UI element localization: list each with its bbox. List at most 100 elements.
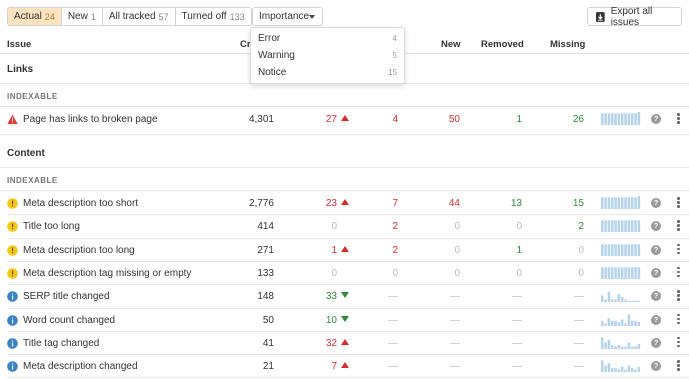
new-count: 0: [454, 221, 460, 233]
column-header-issue[interactable]: Issue: [7, 39, 31, 50]
issue-name[interactable]: Title tag changed: [23, 338, 99, 349]
spark-bar: [610, 243, 614, 256]
more-options-icon[interactable]: [677, 360, 680, 372]
new-count: 50: [448, 114, 460, 125]
issue-name[interactable]: SERP title changed: [23, 291, 110, 302]
added-count: —: [388, 314, 398, 326]
tab-count: 24: [44, 11, 55, 22]
spark-bar: [627, 243, 631, 256]
missing-count: 15: [572, 198, 584, 209]
change-cell: 32: [326, 338, 349, 349]
more-options-icon[interactable]: [677, 243, 680, 256]
spark-bar: [634, 113, 637, 125]
spark-bar: [620, 267, 624, 279]
error-icon: [7, 114, 18, 124]
change-cell: 0: [331, 268, 337, 279]
crawled-count: 414: [257, 221, 274, 233]
removed-count: —: [512, 337, 522, 349]
new-count: —: [450, 337, 460, 349]
table-row[interactable]: Meta description too short 2,776 23 7 44 13 15…: [0, 192, 689, 215]
new-count: —: [450, 314, 460, 326]
spark-bar: [601, 113, 604, 125]
table-row[interactable]: Word count changed 50 10 — — — —?: [0, 309, 689, 332]
spark-bar: [637, 220, 641, 233]
issue-name[interactable]: Word count changed: [23, 315, 115, 326]
issue-name[interactable]: Title too long: [23, 221, 80, 232]
spark-bar: [614, 113, 617, 125]
help-icon[interactable]: ?: [651, 361, 661, 372]
trend-sparkline: [601, 196, 641, 209]
tab-all-tracked[interactable]: All tracked 57: [102, 8, 176, 25]
menu-item-error[interactable]: Error 4: [251, 31, 404, 48]
table-row[interactable]: Meta description changed 21 7 — — — —?: [0, 355, 689, 378]
help-icon[interactable]: ?: [651, 314, 661, 325]
more-options-icon[interactable]: [677, 197, 680, 209]
spark-bar: [614, 346, 617, 349]
table-row[interactable]: Meta description tag missing or empty 133…: [0, 262, 689, 285]
spark-bar: [624, 322, 627, 326]
more-options-icon[interactable]: [677, 113, 680, 125]
column-header-missing[interactable]: Missing: [550, 39, 585, 50]
column-header-new[interactable]: New: [441, 39, 461, 50]
trend-sparkline: [601, 360, 641, 373]
help-icon[interactable]: ?: [651, 244, 661, 255]
table-row[interactable]: Meta description too long 271 1 2 0 1 0?: [0, 239, 689, 262]
menu-item-warning[interactable]: Warning 5: [251, 48, 404, 65]
issue-name[interactable]: Meta description changed: [23, 361, 138, 372]
table-row[interactable]: SERP title changed 148 33 — — — —?: [0, 285, 689, 308]
removed-count: —: [512, 361, 522, 373]
spark-bar: [627, 220, 631, 233]
table-row[interactable]: Title too long 414 0 2 0 0 2?: [0, 215, 689, 238]
notice-icon: [7, 291, 18, 302]
change-value: 32: [325, 337, 337, 349]
more-options-icon[interactable]: [677, 220, 680, 232]
spark-bar: [614, 243, 617, 256]
issue-name[interactable]: Meta description tag missing or empty: [23, 268, 191, 279]
divider: [0, 167, 689, 168]
spark-bar: [604, 342, 607, 349]
spark-bar: [630, 300, 634, 303]
change-value: 0: [331, 221, 337, 233]
issue-name[interactable]: Meta description too long: [23, 245, 135, 256]
notice-icon: [7, 361, 18, 372]
help-icon[interactable]: ?: [651, 198, 661, 208]
help-icon[interactable]: ?: [651, 337, 661, 348]
more-options-icon[interactable]: [677, 266, 680, 279]
spark-bar: [610, 299, 614, 303]
spark-bar: [617, 220, 621, 233]
tab-new[interactable]: New 1: [61, 8, 103, 25]
tab-actual[interactable]: Actual 24: [8, 8, 62, 25]
help-icon[interactable]: ?: [651, 291, 661, 302]
new-count: 0: [454, 244, 460, 256]
issue-name[interactable]: Page has links to broken page: [23, 114, 158, 125]
more-options-icon[interactable]: [677, 336, 680, 349]
help-icon[interactable]: ?: [651, 267, 661, 278]
more-options-icon[interactable]: [677, 290, 680, 302]
trend-sparkline: [601, 267, 641, 279]
spark-bar: [614, 299, 617, 303]
spark-bar: [601, 360, 604, 373]
warning-icon: [7, 268, 18, 279]
importance-dropdown-button[interactable]: Importance: [252, 7, 323, 26]
spark-bar: [637, 300, 641, 303]
table-row[interactable]: Title tag changed 41 32 — — — —?: [0, 332, 689, 355]
export-all-issues-button[interactable]: Export all issues: [587, 6, 682, 28]
spark-bar: [634, 220, 637, 233]
change-value: 27: [325, 114, 337, 125]
importance-label: Importance: [259, 11, 310, 22]
spark-bar: [607, 362, 611, 373]
issue-name[interactable]: Meta description too short: [23, 198, 138, 209]
tab-turned-off[interactable]: Turned off 133: [175, 8, 251, 25]
spark-bar: [610, 320, 614, 326]
download-icon: [596, 11, 605, 22]
column-header-removed[interactable]: Removed: [481, 39, 524, 50]
change-cell: 23: [326, 198, 349, 209]
table-row[interactable]: Page has links to broken page 4,301 27 4 50 1…: [0, 108, 689, 131]
help-icon[interactable]: ?: [651, 221, 661, 232]
trend-sparkline: [601, 243, 641, 256]
help-icon[interactable]: ?: [651, 114, 661, 124]
menu-item-notice[interactable]: Notice 15: [251, 65, 404, 82]
spark-bar: [637, 243, 641, 256]
spark-bar: [637, 267, 641, 279]
more-options-icon[interactable]: [677, 313, 680, 326]
